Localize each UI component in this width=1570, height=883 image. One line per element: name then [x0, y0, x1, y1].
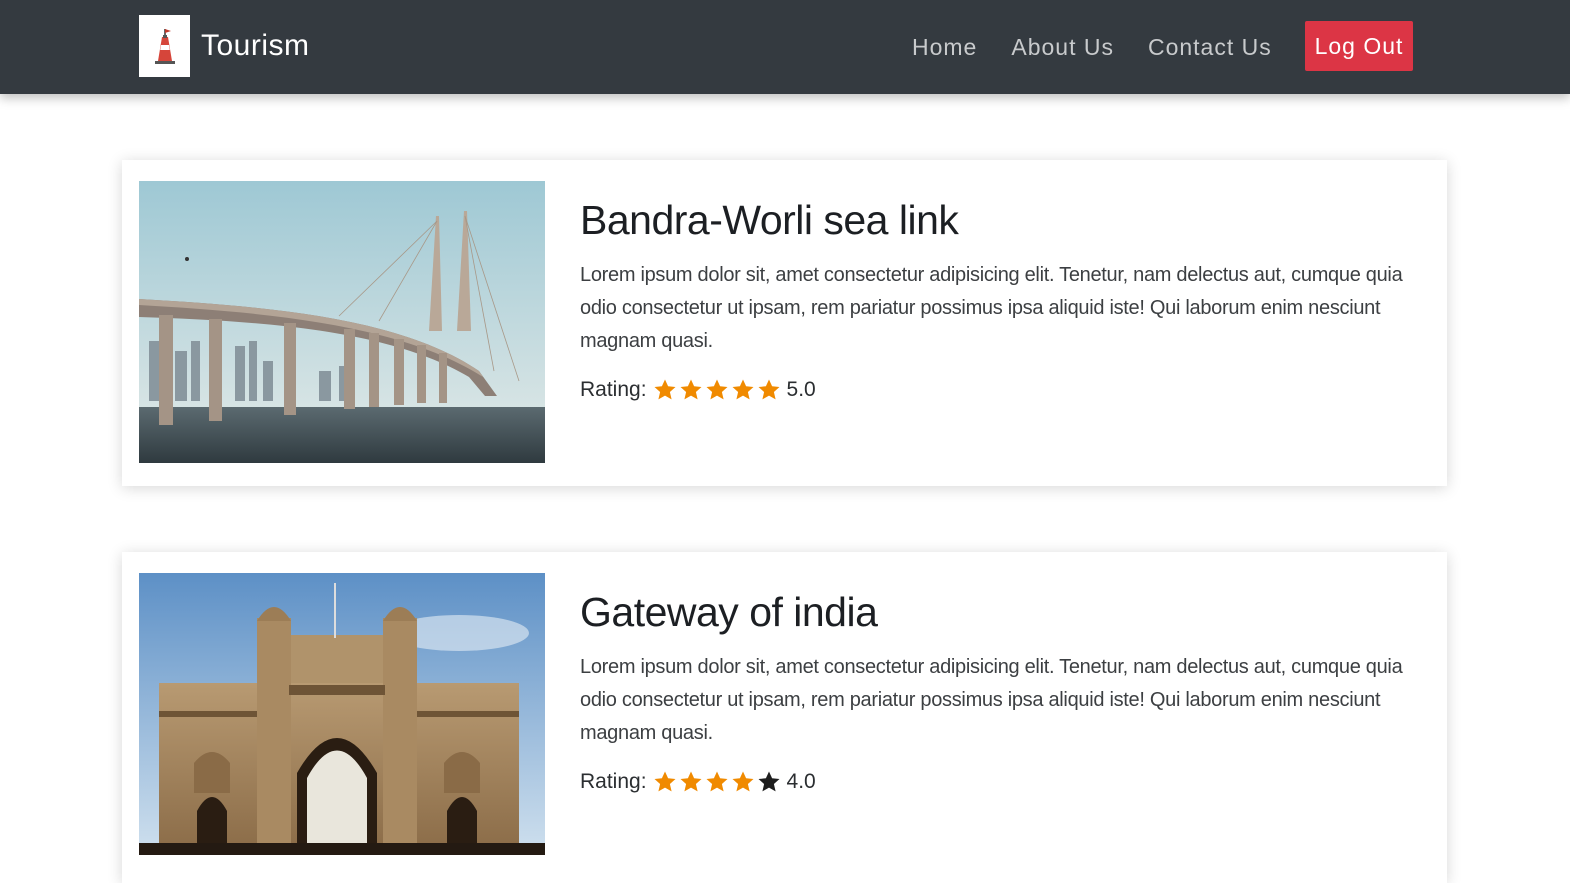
card-body: Gateway of india Lorem ipsum dolor sit, … — [580, 586, 1425, 794]
rating: Rating: 4.0 — [580, 770, 1425, 794]
rating-label: Rating: — [580, 770, 647, 793]
star-filled-icon — [679, 770, 703, 794]
place-description: Lorem ipsum dolor sit, amet consectetur … — [580, 656, 1403, 744]
star-filled-icon — [705, 770, 729, 794]
brand[interactable]: Tourism — [139, 15, 310, 77]
star-filled-icon — [653, 378, 677, 402]
place-title: Gateway of india — [580, 589, 878, 635]
star-filled-icon — [731, 378, 755, 402]
place-card-sea-link: Bandra-Worli sea link Lorem ipsum dolor … — [122, 160, 1447, 486]
sea-link-bridge-photo — [139, 181, 545, 463]
card-body: Bandra-Worli sea link Lorem ipsum dolor … — [580, 194, 1425, 402]
nav-about-link[interactable]: About Us — [1011, 34, 1114, 61]
place-card-gateway: Gateway of india Lorem ipsum dolor sit, … — [122, 552, 1447, 883]
star-filled-icon — [679, 378, 703, 402]
nav-links: Home About Us Contact Us — [912, 30, 1306, 64]
star-filled-icon — [653, 770, 677, 794]
nav-contact-link[interactable]: Contact Us — [1148, 34, 1272, 61]
star-filled-icon — [705, 378, 729, 402]
gateway-monument-photo — [139, 573, 545, 855]
star-rating — [653, 378, 783, 402]
rating-label: Rating: — [580, 378, 647, 401]
star-filled-icon — [757, 378, 781, 402]
star-rating — [653, 770, 783, 794]
rating: Rating: 5.0 — [580, 378, 1425, 402]
rating-value: 5.0 — [786, 378, 816, 401]
place-title: Bandra-Worli sea link — [580, 197, 959, 243]
logout-button[interactable]: Log Out — [1305, 21, 1413, 71]
star-empty-icon — [757, 770, 781, 794]
place-description: Lorem ipsum dolor sit, amet consectetur … — [580, 264, 1403, 352]
nav-home-link[interactable]: Home — [912, 34, 977, 61]
navbar: Tourism Home About Us Contact Us Log Out — [0, 0, 1570, 94]
rating-value: 4.0 — [786, 770, 816, 793]
brand-name[interactable]: Tourism — [201, 29, 310, 63]
star-filled-icon — [731, 770, 755, 794]
lighthouse-icon[interactable] — [139, 15, 190, 77]
